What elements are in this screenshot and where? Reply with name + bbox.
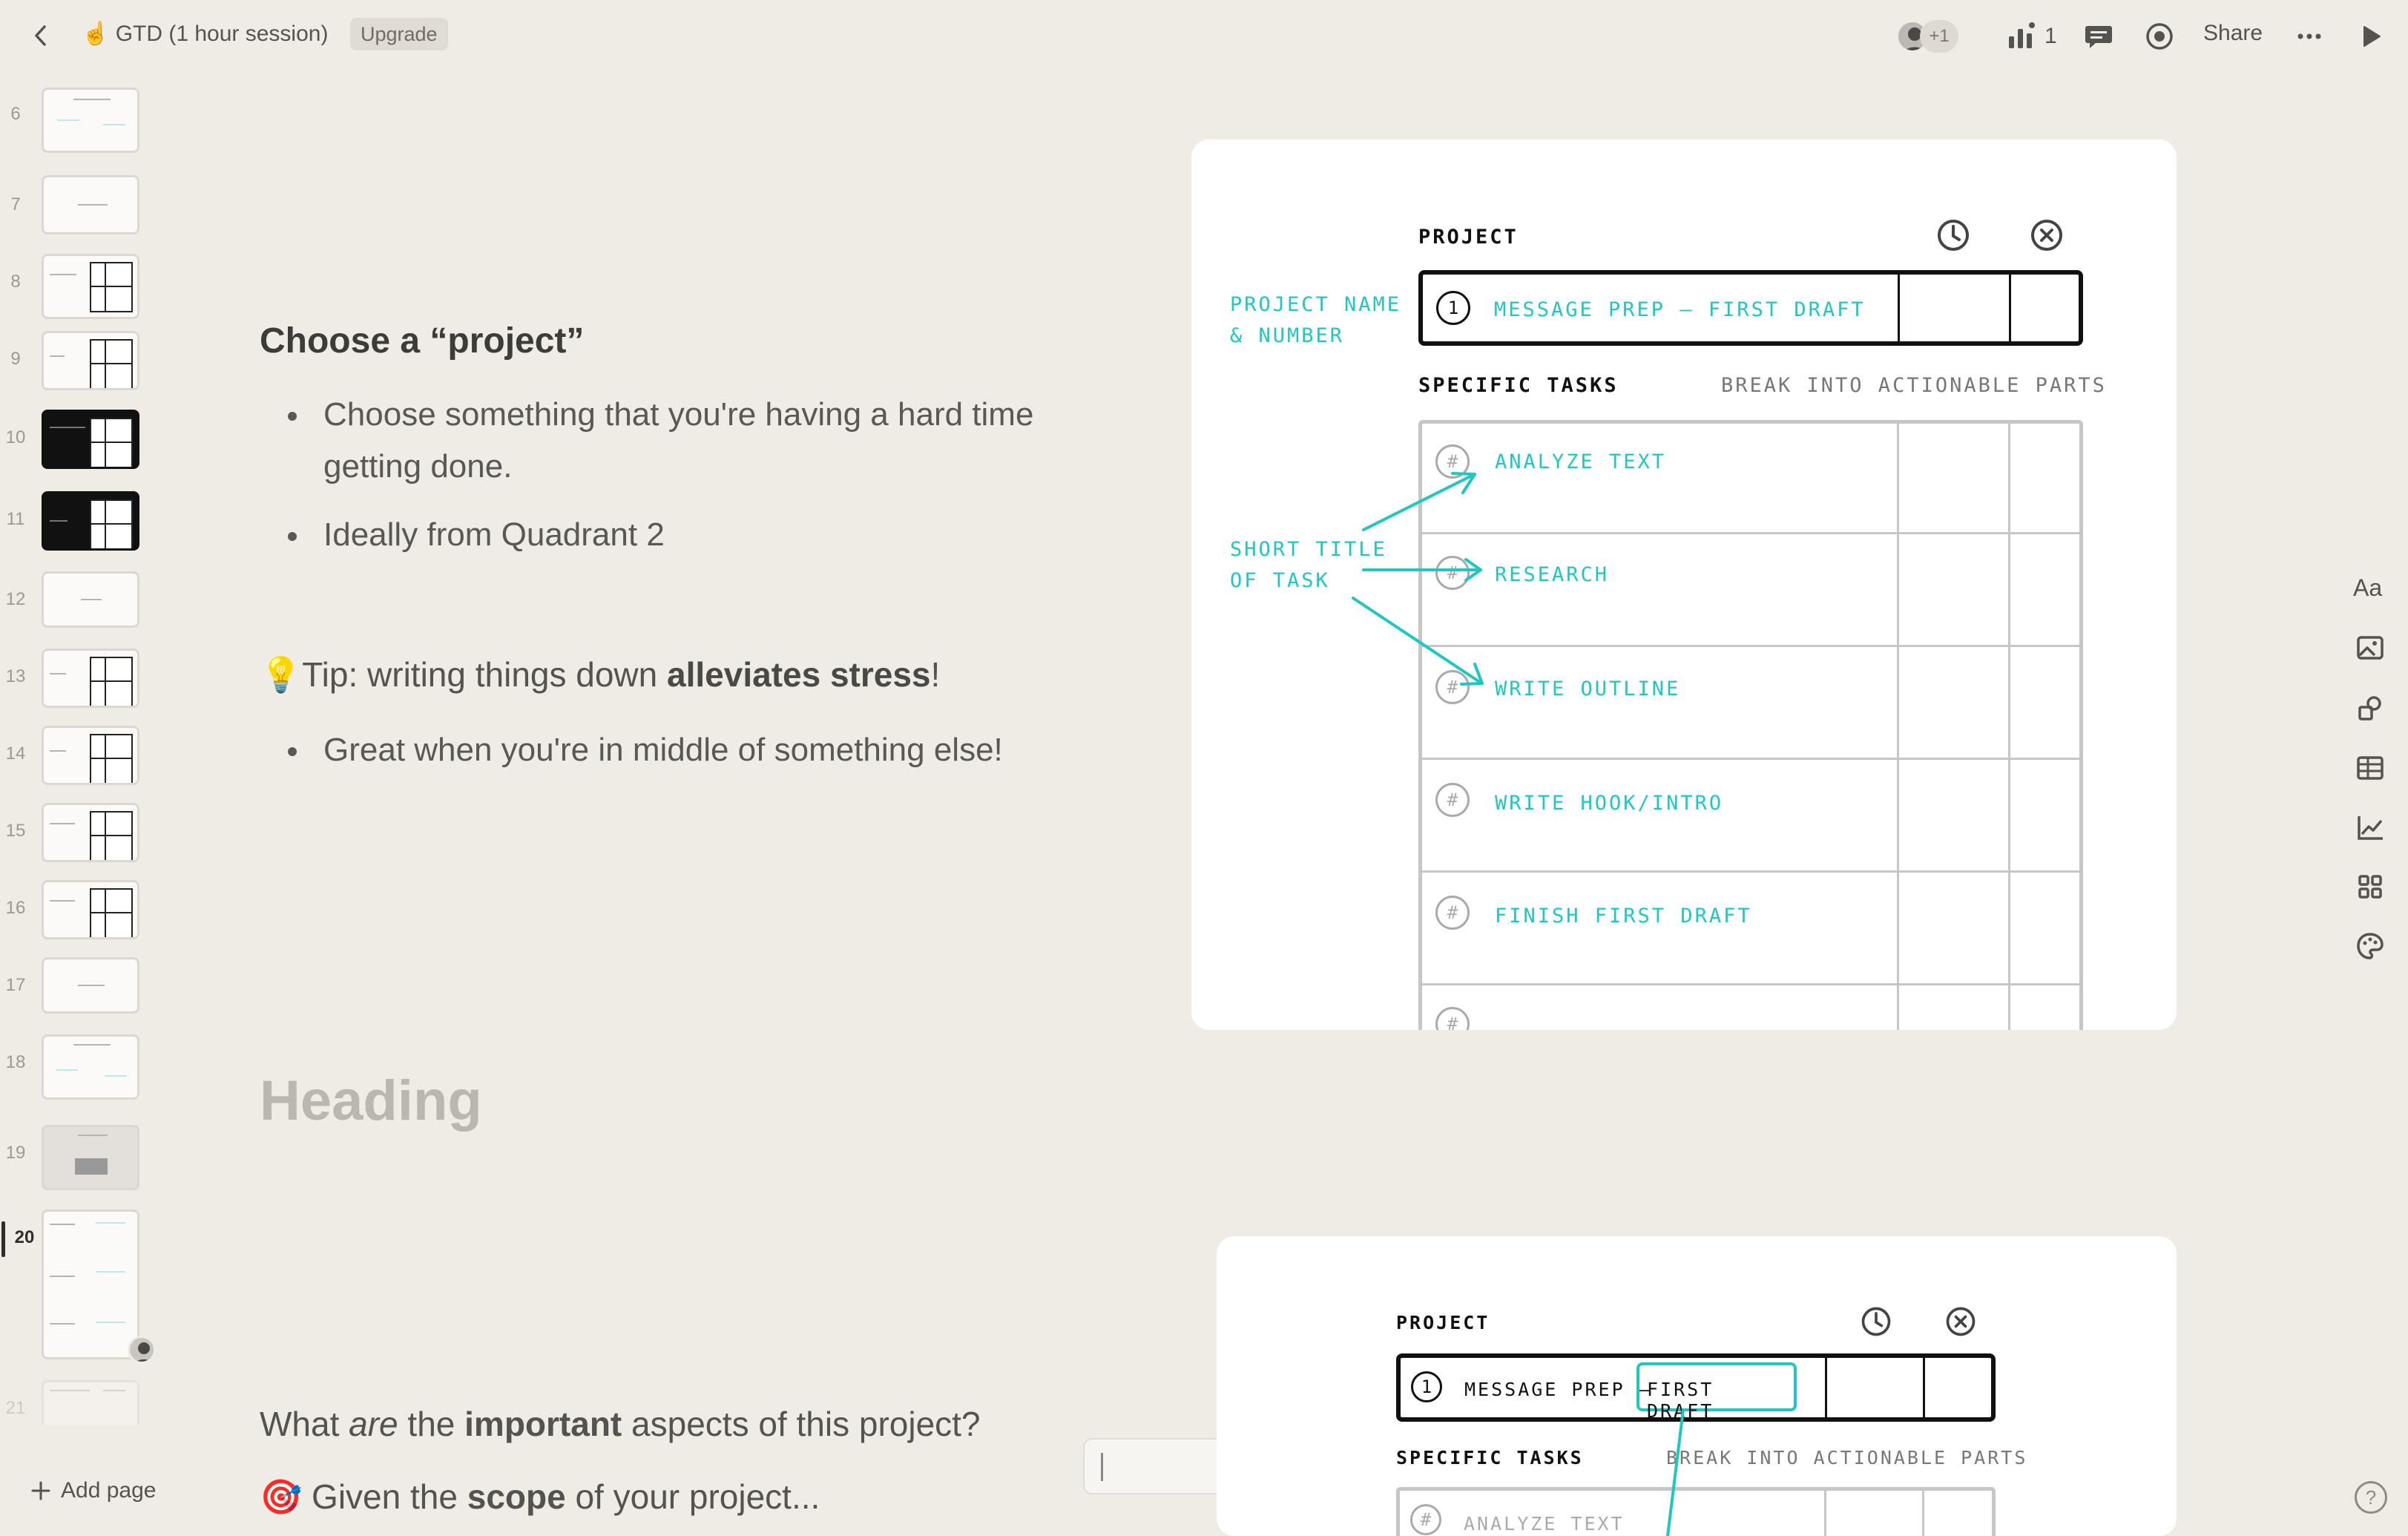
bullet-list: Choose something that you're having a ha… xyxy=(288,389,1033,561)
bullet-item[interactable]: Great when you're in middle of something… xyxy=(288,724,1003,776)
page-thumbnail[interactable] xyxy=(42,410,139,469)
page-number: 15 xyxy=(5,821,26,841)
more-horizontal-icon xyxy=(2297,33,2321,39)
page-thumbnail[interactable] xyxy=(42,957,139,1014)
page-number: 11 xyxy=(6,509,25,529)
table-icon xyxy=(2357,756,2384,780)
insert-table-button[interactable] xyxy=(2350,748,2390,788)
theme-button[interactable] xyxy=(2350,926,2390,966)
image-icon xyxy=(2357,636,2384,660)
bar-chart-icon xyxy=(2009,22,2035,48)
page-thumbnail[interactable] xyxy=(42,571,139,628)
tip-text[interactable]: 💡Tip: writing things down alleviates str… xyxy=(260,654,940,695)
comment-icon xyxy=(2085,26,2112,48)
annotation-line xyxy=(1666,1408,1685,1536)
page-thumbnail[interactable] xyxy=(42,1034,139,1100)
page-number: 10 xyxy=(5,427,26,447)
text-style-button[interactable]: Aa xyxy=(2353,574,2382,602)
analytics-count: 1 xyxy=(2045,24,2057,48)
page-thumbnail[interactable] xyxy=(42,803,139,862)
insert-image-button[interactable] xyxy=(2350,628,2390,668)
insert-chart-button[interactable] xyxy=(2350,807,2390,847)
page-thumbnail[interactable] xyxy=(42,726,139,785)
shapes-icon xyxy=(2358,696,2381,721)
record-icon xyxy=(2146,23,2173,50)
chevron-left-icon xyxy=(35,25,46,46)
present-record-button[interactable] xyxy=(2141,18,2178,55)
active-page-indicator xyxy=(1,1221,5,1257)
bullet-item[interactable]: Ideally from Quadrant 2 xyxy=(288,509,1033,561)
bullet-item[interactable]: Choose something that you're having a ha… xyxy=(288,389,1033,493)
bullet-list: Great when you're in middle of something… xyxy=(288,724,1003,776)
page-number: 16 xyxy=(5,898,26,918)
page-thumbnail-active[interactable] xyxy=(42,1210,139,1359)
add-page-label: Add page xyxy=(61,1478,157,1503)
page-thumbnail[interactable] xyxy=(42,331,139,390)
question-text[interactable]: What are the important aspects of this p… xyxy=(260,1404,981,1444)
add-page-button[interactable]: Add page xyxy=(30,1478,156,1503)
section-heading[interactable]: Choose a “project” xyxy=(260,321,584,361)
page-number: 8 xyxy=(10,272,21,292)
play-icon xyxy=(2363,26,2381,47)
insert-embed-button[interactable] xyxy=(2350,867,2390,907)
scope-text[interactable]: 🎯 Given the scope of your project... xyxy=(260,1477,820,1517)
page-number: 7 xyxy=(10,194,21,214)
page-number: 12 xyxy=(5,589,26,609)
page-number: 17 xyxy=(5,975,26,995)
more-options-button[interactable] xyxy=(2291,18,2328,55)
page-number: 6 xyxy=(10,104,21,124)
worksheet-image-2[interactable]: PROJECT 1 MESSAGE PREP – FIRST DRAFT SPE… xyxy=(1217,1236,2177,1536)
page-thumbnail[interactable] xyxy=(42,1380,139,1425)
page-thumbnail[interactable] xyxy=(42,88,139,153)
page-thumbnail[interactable] xyxy=(42,175,139,234)
document-title[interactable]: ☝️ GTD (1 hour session) xyxy=(82,21,328,47)
share-button[interactable]: Share xyxy=(2203,21,2263,46)
heading-placeholder[interactable]: Heading xyxy=(260,1069,482,1133)
back-button[interactable] xyxy=(22,16,61,55)
insert-shape-button[interactable] xyxy=(2350,689,2390,729)
page-thumbnail[interactable] xyxy=(42,880,139,939)
page-number: 19 xyxy=(5,1143,26,1163)
page-thumbnail[interactable] xyxy=(42,649,139,708)
analytics-button[interactable]: 1 xyxy=(2004,18,2057,55)
page-number-active: 20 xyxy=(14,1227,35,1247)
upgrade-button[interactable]: Upgrade xyxy=(350,18,448,50)
palette-icon xyxy=(2357,933,2384,959)
annotation-arrows xyxy=(1352,472,1484,686)
play-button[interactable] xyxy=(2352,18,2389,55)
page-number: 13 xyxy=(5,666,26,686)
plus-icon xyxy=(31,1481,50,1500)
page-number: 9 xyxy=(10,349,21,369)
comment-button[interactable] xyxy=(2080,18,2117,55)
avatar xyxy=(128,1336,156,1364)
help-button[interactable]: ? xyxy=(2355,1481,2387,1514)
page-number: 21 xyxy=(5,1398,26,1418)
page-thumbnail[interactable] xyxy=(42,1125,139,1190)
page-number: 14 xyxy=(5,744,26,764)
user-avatar-icon xyxy=(136,1342,152,1362)
line-chart-icon xyxy=(2358,816,2383,840)
top-bar: ☝️ GTD (1 hour session) Upgrade +1 1 Sha… xyxy=(0,0,2408,71)
collaborators-extra-count: +1 xyxy=(1920,20,1958,53)
collaborators[interactable]: +1 xyxy=(1896,18,1978,55)
text-caret xyxy=(1101,1453,1103,1481)
page-number: 18 xyxy=(5,1052,26,1072)
grid-icon xyxy=(2358,875,2382,899)
page-thumbnail[interactable] xyxy=(42,491,139,551)
page-thumbnail[interactable] xyxy=(42,254,139,319)
worksheet-image-1[interactable]: PROJECT PROJECT NAME & NUMBER 1 MESSAGE … xyxy=(1191,140,2177,1030)
